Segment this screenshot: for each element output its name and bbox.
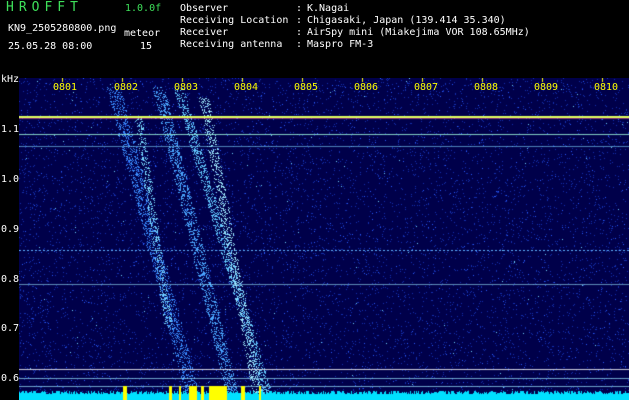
x-tick-0804: 0804: [234, 82, 259, 93]
location-value: Chigasaki, Japan (139.414 35.340): [307, 15, 506, 26]
y-tick-0-7: 0.7: [1, 323, 20, 334]
observer-value: K.Nagai: [307, 3, 350, 14]
receiver-value: AirSpy mini (Miakejima VOR 108.65MHz): [307, 27, 530, 38]
timestamp: 25.05.28 08:00: [8, 41, 93, 52]
x-tick-0808: 0808: [474, 82, 499, 93]
x-tick-0809: 0809: [534, 82, 559, 93]
spectrogram-canvas[interactable]: [19, 78, 629, 400]
receiver-colon: :: [296, 27, 303, 38]
y-tick-1-1: 1.1: [1, 124, 20, 135]
antenna-colon: :: [296, 39, 303, 50]
y-tick-0-8: 0.8: [1, 274, 20, 285]
location-label: Receiving Location: [180, 15, 289, 26]
mode-label: meteor: [124, 28, 161, 39]
receiver-label: Receiver: [180, 27, 229, 38]
location-colon: :: [296, 15, 303, 26]
x-tick-0810: 0810: [594, 82, 619, 93]
observer-label: Observer: [180, 3, 229, 14]
observer-colon: :: [296, 3, 303, 14]
x-tick-0802: 0802: [114, 82, 139, 93]
file-name: KN9_2505280800.png: [8, 23, 117, 34]
y-tick-0-6: 0.6: [1, 373, 20, 384]
x-tick-0807: 0807: [414, 82, 439, 93]
x-tick-0801: 0801: [53, 82, 78, 93]
antenna-value: Maspro FM-3: [307, 39, 374, 50]
app-name: HROFFT: [6, 0, 83, 15]
x-tick-0803: 0803: [174, 82, 199, 93]
header-panel: HROFFT 1.0.0f KN9_2505280800.png meteor …: [0, 0, 629, 78]
antenna-label: Receiving antenna: [180, 39, 283, 50]
x-tick-0806: 0806: [354, 82, 379, 93]
x-tick-0805: 0805: [294, 82, 319, 93]
detection-count: 15: [140, 41, 153, 52]
app-version: 1.0.0f: [125, 3, 162, 14]
y-tick-1-0: 1.0: [1, 174, 20, 185]
y-tick-0-9: 0.9: [1, 224, 20, 235]
y-unit-label: kHz: [1, 74, 20, 85]
